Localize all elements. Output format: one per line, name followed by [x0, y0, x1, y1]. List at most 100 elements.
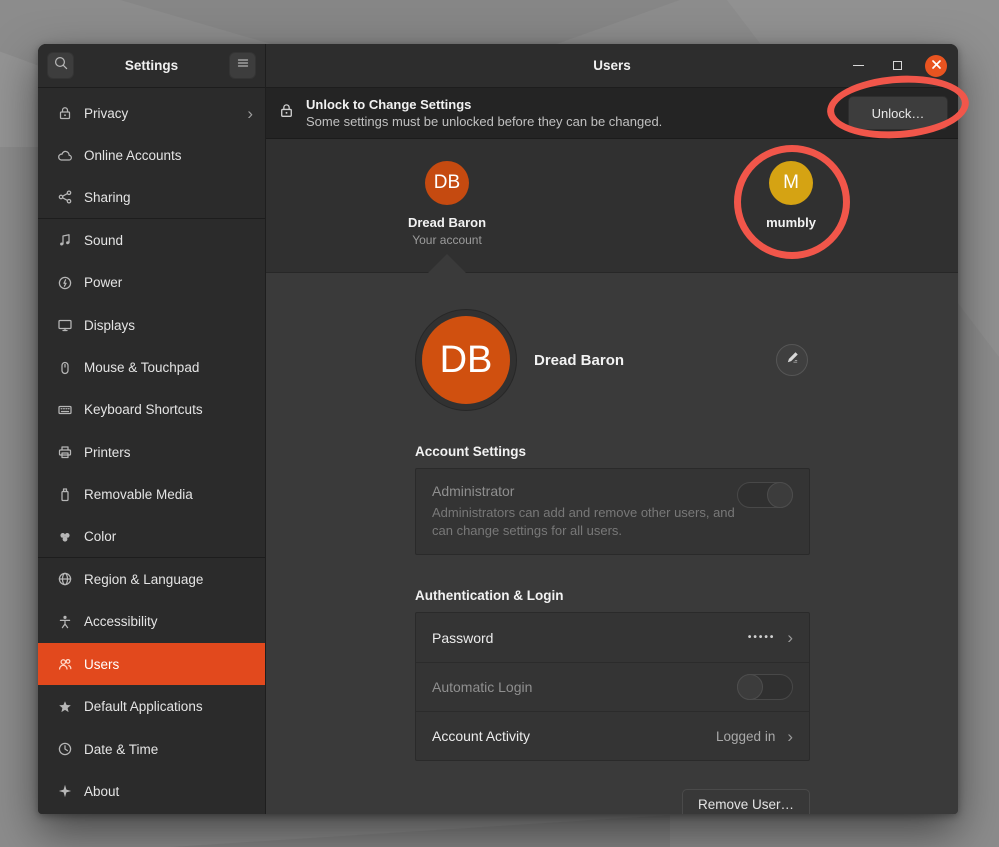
chevron-right-icon: › — [247, 105, 253, 122]
sidebar-item-removable-media[interactable]: Removable Media — [38, 474, 265, 516]
sparkle-icon — [56, 783, 73, 800]
sidebar-item-privacy[interactable]: Privacy › — [38, 92, 265, 134]
automatic-login-label: Automatic Login — [432, 679, 532, 695]
banner-subtitle: Some settings must be unlocked before th… — [306, 114, 662, 129]
sidebar-item-label: Default Applications — [84, 699, 203, 714]
sidebar-item-label: Color — [84, 529, 116, 544]
unlock-banner: Unlock to Change Settings Some settings … — [266, 88, 958, 139]
hamburger-menu-icon — [235, 55, 251, 76]
sidebar-item-date-time[interactable]: Date & Time — [38, 728, 265, 770]
remove-user-button[interactable]: Remove User… — [682, 789, 810, 814]
user-detail-panel: DB Dread Baron Account Settings Administ… — [266, 273, 958, 814]
account-settings-heading: Account Settings — [415, 444, 810, 459]
minimize-button[interactable] — [847, 55, 869, 77]
sidebar-item-label: Users — [84, 657, 119, 672]
lock-icon — [278, 102, 295, 124]
sidebar-item-displays[interactable]: Displays — [38, 304, 265, 346]
search-icon — [53, 55, 69, 76]
carousel-user-mumbly[interactable]: M mumbly — [711, 161, 871, 230]
toggle-knob — [737, 674, 763, 700]
banner-title: Unlock to Change Settings — [306, 97, 662, 112]
maximize-button[interactable] — [886, 55, 908, 77]
music-note-icon — [56, 232, 73, 249]
toggle-knob — [767, 482, 793, 508]
administrator-card: Administrator Administrators can add and… — [415, 468, 810, 555]
profile-name: Dread Baron — [534, 352, 624, 369]
sidebar-item-users[interactable]: Users — [38, 643, 265, 685]
primary-menu-button[interactable] — [229, 52, 256, 79]
cloud-icon — [56, 147, 73, 164]
mouse-icon — [56, 359, 73, 376]
wallpaper-polygon — [170, 815, 670, 847]
sidebar-item-label: Printers — [84, 445, 131, 460]
sidebar-item-default-applications[interactable]: Default Applications — [38, 685, 265, 727]
color-circles-icon — [56, 528, 73, 545]
sidebar-item-sound[interactable]: Sound — [38, 219, 265, 261]
profile-row: DB Dread Baron — [415, 309, 810, 411]
sidebar-item-label: Region & Language — [84, 572, 203, 587]
close-button[interactable] — [925, 55, 947, 77]
sidebar-item-accessibility[interactable]: Accessibility — [38, 601, 265, 643]
sidebar-item-label: Accessibility — [84, 614, 158, 629]
sidebar-item-sharing[interactable]: Sharing — [38, 177, 265, 219]
account-activity-label: Account Activity — [432, 728, 530, 744]
sidebar-item-power[interactable]: Power — [38, 262, 265, 304]
lock-icon — [56, 105, 73, 122]
sidebar-item-mouse-touchpad[interactable]: Mouse & Touchpad — [38, 346, 265, 388]
user-name: mumbly — [766, 215, 816, 230]
avatar: M — [769, 161, 813, 205]
administrator-description: Administrators can add and remove other … — [432, 504, 752, 539]
user-carousel: DB Dread Baron Your account M mumbly — [266, 139, 958, 273]
sidebar-item-label: About — [84, 784, 119, 799]
star-icon — [56, 698, 73, 715]
keyboard-icon — [56, 401, 73, 418]
chevron-right-icon: › — [787, 728, 793, 745]
banner-text: Unlock to Change Settings Some settings … — [306, 97, 662, 129]
power-icon — [56, 274, 73, 291]
clock-icon — [56, 741, 73, 758]
avatar-ring: DB — [415, 309, 517, 411]
password-row[interactable]: Password ••••• › — [416, 613, 809, 662]
sidebar-item-label: Online Accounts — [84, 148, 182, 163]
settings-window: Settings Privacy › Online Accounts — [38, 44, 958, 814]
edit-name-button[interactable] — [776, 344, 808, 376]
search-button[interactable] — [47, 52, 74, 79]
sidebar-item-label: Mouse & Touchpad — [84, 360, 199, 375]
window-controls — [847, 55, 958, 77]
sidebar-nav: Privacy › Online Accounts Sharing So — [38, 88, 265, 814]
password-label: Password — [432, 630, 493, 646]
user-subtitle: Your account — [412, 233, 482, 247]
sidebar-item-label: Removable Media — [84, 487, 193, 502]
avatar: DB — [425, 161, 469, 205]
sidebar-item-label: Displays — [84, 318, 135, 333]
sidebar-item-label: Power — [84, 275, 122, 290]
administrator-toggle[interactable] — [737, 482, 793, 508]
unlock-button[interactable]: Unlock… — [848, 96, 948, 130]
account-activity-row[interactable]: Account Activity Logged in › — [416, 711, 809, 760]
main-panel: Users Unlock to Change Settings Some set… — [266, 44, 958, 814]
globe-icon — [56, 571, 73, 588]
display-icon — [56, 317, 73, 334]
sidebar-app-title: Settings — [74, 58, 229, 73]
profile-avatar[interactable]: DB — [422, 316, 510, 404]
sidebar-item-label: Date & Time — [84, 742, 158, 757]
auth-card: Password ••••• › Automatic Login Acco — [415, 612, 810, 761]
sidebar-item-about[interactable]: About — [38, 770, 265, 812]
auth-login-heading: Authentication & Login — [415, 588, 810, 603]
sidebar-item-color[interactable]: Color — [38, 516, 265, 558]
sidebar: Settings Privacy › Online Accounts — [38, 44, 266, 814]
automatic-login-toggle[interactable] — [737, 674, 793, 700]
sidebar-item-online-accounts[interactable]: Online Accounts — [38, 134, 265, 176]
sidebar-item-keyboard-shortcuts[interactable]: Keyboard Shortcuts — [38, 389, 265, 431]
sidebar-item-label: Privacy — [84, 106, 128, 121]
users-icon — [56, 656, 73, 673]
titlebar[interactable]: Users — [266, 44, 958, 88]
chevron-right-icon: › — [787, 629, 793, 646]
sidebar-item-region-language[interactable]: Region & Language — [38, 558, 265, 600]
password-dots: ••••• — [748, 632, 776, 643]
selected-user-pointer — [428, 254, 466, 273]
sidebar-item-printers[interactable]: Printers — [38, 431, 265, 473]
carousel-user-dread-baron[interactable]: DB Dread Baron Your account — [367, 161, 527, 247]
share-icon — [56, 189, 73, 206]
printer-icon — [56, 444, 73, 461]
